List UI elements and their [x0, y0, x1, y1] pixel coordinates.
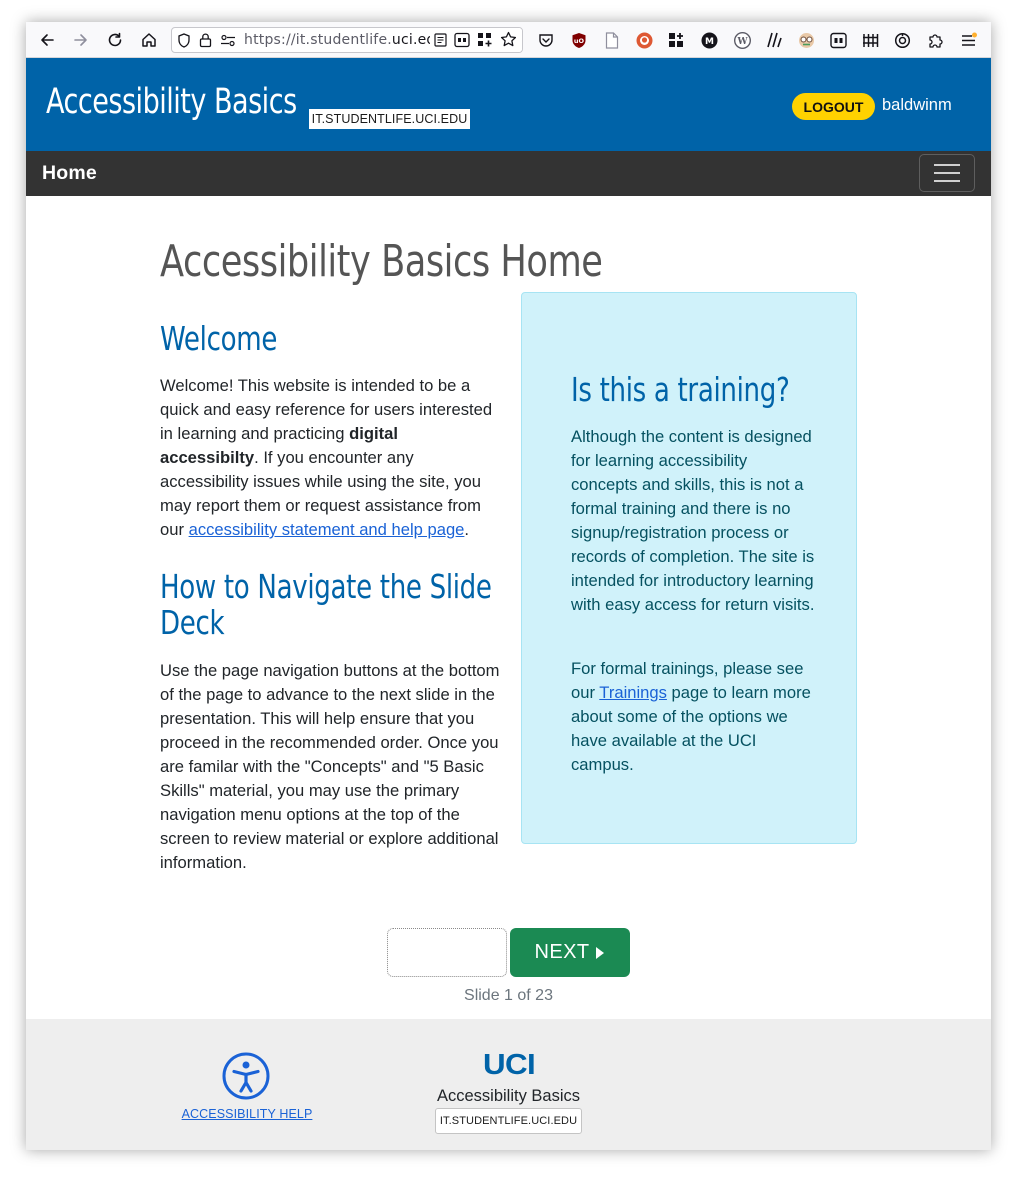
- hamburger-icon: [934, 180, 960, 182]
- browser-window: https://it.studentlife.uci.edu uO M W Ac…: [26, 22, 991, 1150]
- url-actions: [430, 28, 522, 52]
- callout-text-1: Although the content is designed for lea…: [571, 427, 815, 614]
- nav-toggle-button[interactable]: [919, 154, 975, 192]
- slide-counter: Slide 1 of 23: [464, 987, 553, 1004]
- welcome-text-part: .: [464, 520, 470, 539]
- navigate-heading-line: Deck: [160, 603, 225, 642]
- footer-site-badge: IT.STUDENTLIFE.UCI.EDU: [435, 1108, 582, 1134]
- navigate-heading: How to Navigate the Slide Deck: [160, 569, 492, 641]
- uci-logo[interactable]: UCI: [483, 1049, 536, 1082]
- forward-icon[interactable]: [69, 28, 93, 52]
- site-title[interactable]: Accessibility Basics: [46, 82, 297, 122]
- training-callout: Is this a training? Although the content…: [521, 292, 857, 844]
- caret-right-icon: [596, 946, 605, 959]
- logout-button[interactable]: LOGOUT: [792, 93, 875, 120]
- home-icon[interactable]: [137, 28, 161, 52]
- footer-site-name: Accessibility Basics: [26, 1087, 991, 1106]
- shield-icon: [178, 33, 190, 48]
- site-badge: IT.STUDENTLIFE.UCI.EDU: [309, 109, 470, 129]
- svg-text:uO: uO: [574, 37, 585, 45]
- url-text: https://it.studentlife.uci.edu: [244, 32, 445, 48]
- url-bar[interactable]: https://it.studentlife.uci.edu: [171, 27, 523, 53]
- extensions-puzzle-icon[interactable]: [926, 31, 944, 49]
- accessibility-statement-link[interactable]: accessibility statement and help page: [189, 520, 465, 539]
- footer-site-name-text: Accessibility Basics: [436, 1087, 581, 1105]
- next-button[interactable]: NEXT: [510, 928, 630, 977]
- wordpress-icon[interactable]: W: [733, 31, 751, 49]
- tile-extension-icon[interactable]: [829, 31, 847, 49]
- browser-toolbar: https://it.studentlife.uci.edu uO M W: [26, 22, 991, 58]
- bookmark-star-icon[interactable]: [500, 31, 517, 48]
- grid-extension-icon[interactable]: [477, 32, 492, 47]
- callout-heading: Is this a training?: [571, 370, 790, 409]
- navigate-heading-line: How to Navigate the Slide: [160, 567, 492, 606]
- sync-extension-icon[interactable]: [893, 31, 911, 49]
- main-navbar: Home: [26, 151, 991, 196]
- extension-icon[interactable]: [454, 32, 470, 48]
- fence-extension-icon[interactable]: [861, 31, 879, 49]
- menu-icon[interactable]: [959, 31, 977, 49]
- next-button-label: NEXT: [534, 941, 590, 963]
- reload-icon[interactable]: [103, 28, 127, 52]
- svg-text:W: W: [736, 37, 748, 47]
- duckduckgo-icon[interactable]: [635, 31, 653, 49]
- welcome-text: Welcome! This website is intended to be …: [160, 374, 500, 542]
- trainings-link[interactable]: Trainings: [599, 683, 667, 702]
- page-icon[interactable]: [603, 31, 621, 49]
- hamburger-icon: [934, 172, 960, 174]
- lock-icon: [199, 33, 212, 48]
- owl-extension-icon[interactable]: [797, 31, 815, 49]
- navigate-text: Use the page navigation buttons at the b…: [160, 661, 500, 872]
- pocket-icon[interactable]: [537, 31, 555, 49]
- svg-text:M: M: [705, 37, 714, 47]
- back-icon[interactable]: [35, 28, 59, 52]
- callout-text-2: For formal trainings, please see our Tra…: [571, 657, 815, 777]
- accessibility-help-link[interactable]: ACCESSIBILITY HELP: [166, 1107, 328, 1121]
- page-title: Accessibility Basics Home: [160, 236, 603, 287]
- url-prefix: https://it.studentlife.: [244, 32, 392, 48]
- library-icon[interactable]: [765, 31, 783, 49]
- previous-button[interactable]: [387, 928, 507, 977]
- permissions-icon: [221, 34, 235, 47]
- ublock-icon[interactable]: uO: [570, 31, 588, 49]
- blocks-icon[interactable]: [667, 31, 685, 49]
- m-extension-icon[interactable]: M: [700, 31, 718, 49]
- welcome-text-part: Welcome! This website is intended to be …: [160, 376, 493, 443]
- site-footer: ACCESSIBILITY HELP UCI Accessibility Bas…: [26, 1019, 991, 1150]
- nav-home-link[interactable]: Home: [42, 162, 97, 185]
- username: baldwinm: [882, 96, 952, 114]
- hamburger-icon: [934, 164, 960, 166]
- reader-view-icon[interactable]: [434, 33, 447, 47]
- welcome-heading: Welcome: [160, 319, 278, 358]
